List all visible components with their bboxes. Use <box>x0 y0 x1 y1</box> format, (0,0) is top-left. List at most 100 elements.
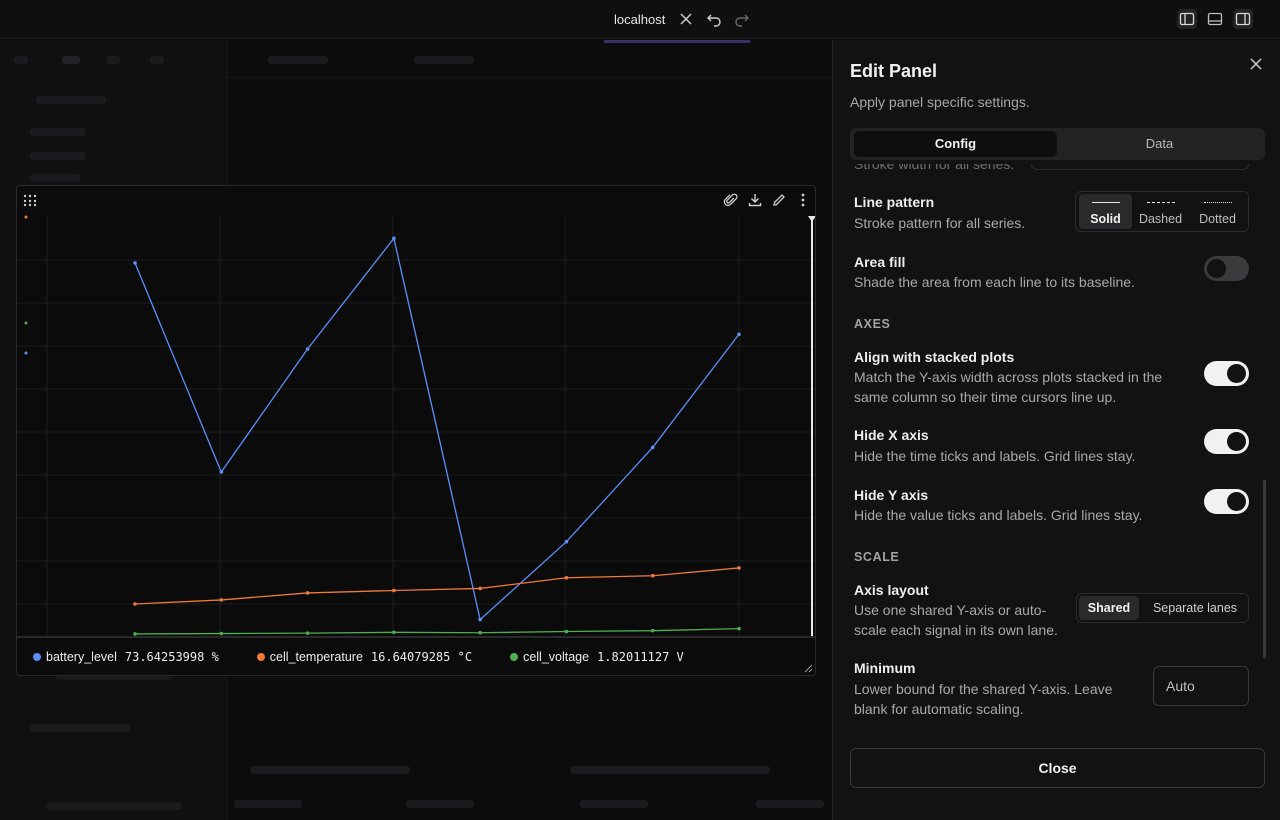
series-line-cell-voltage[interactable] <box>134 627 740 635</box>
data-point[interactable] <box>392 588 396 593</box>
legend-dot <box>256 652 265 661</box>
solid-line-icon <box>1092 202 1120 203</box>
data-point[interactable] <box>564 539 569 544</box>
data-point[interactable] <box>650 628 655 633</box>
data-point[interactable] <box>564 575 569 580</box>
series-start-marker <box>24 321 28 325</box>
resize-handle-icon[interactable] <box>803 663 813 673</box>
pattern-label: Dashed <box>1138 212 1183 226</box>
legend-dot <box>33 652 41 661</box>
close-icon[interactable] <box>676 9 696 29</box>
data-point[interactable] <box>478 630 482 635</box>
pattern-dotted-option[interactable]: Dotted <box>1191 194 1244 229</box>
settings-scroll-area[interactable]: Stroke width for all series. Line patter… <box>833 164 1280 724</box>
edit-panel-title: Edit Panel <box>850 61 938 81</box>
legend-name: cell_temperature <box>269 649 363 664</box>
data-point[interactable] <box>305 591 310 595</box>
toggle-knob <box>1227 432 1246 451</box>
axis-layout-separate-option[interactable]: Separate lanes <box>1143 596 1247 620</box>
redo-icon[interactable] <box>732 9 752 29</box>
dotted-line-icon <box>1204 202 1232 203</box>
time-cursor-marker[interactable] <box>808 216 815 222</box>
hide-y-axis-title: Hide Y axis <box>854 487 929 503</box>
data-point[interactable] <box>478 586 482 591</box>
legend-item-battery-level[interactable]: battery_level 73.64253998 % <box>33 650 219 664</box>
series-line-battery-level[interactable] <box>134 236 740 621</box>
legend-value: 73.64253998 % <box>124 649 219 664</box>
legend-name: cell_voltage <box>523 649 590 664</box>
align-stacked-toggle[interactable] <box>1204 361 1249 386</box>
area-fill-title: Area fill <box>854 254 906 270</box>
scale-section-header: SCALE <box>854 550 900 564</box>
legend-value: 16.64079285 °C <box>370 649 473 664</box>
data-point[interactable] <box>305 631 310 635</box>
legend-dot <box>510 652 519 661</box>
line-pattern-desc: Stroke pattern for all series. <box>854 215 1026 231</box>
toggle-knob <box>1227 492 1246 511</box>
data-point[interactable] <box>650 445 655 450</box>
stroke-width-desc: Stroke width for all series. <box>854 164 1015 172</box>
data-point[interactable] <box>650 573 655 578</box>
background-tabbar <box>228 40 832 78</box>
edit-panel-subtitle: Apply panel specific settings. <box>850 94 1030 110</box>
data-point[interactable] <box>219 598 224 602</box>
data-point[interactable] <box>133 602 137 606</box>
series-line-cell-temperature[interactable] <box>134 567 740 605</box>
data-point[interactable] <box>133 261 137 265</box>
axes-section-header: AXES <box>854 317 891 331</box>
toggle-knob <box>1207 259 1226 278</box>
dashed-line-icon <box>1147 202 1175 203</box>
data-point[interactable] <box>133 632 137 636</box>
title-bar: localhost <box>0 0 1280 39</box>
panel-bottom-icon[interactable] <box>1205 9 1225 29</box>
tab-data[interactable]: Data <box>1058 131 1261 157</box>
data-point[interactable] <box>219 470 224 474</box>
tab-config[interactable]: Config <box>854 131 1057 157</box>
chart-legend: battery_level 73.64253998 % cell_tempera… <box>17 637 815 675</box>
data-point[interactable] <box>392 630 396 635</box>
series-start-marker <box>24 215 28 219</box>
undo-icon[interactable] <box>704 9 724 29</box>
pattern-label: Solid <box>1090 212 1121 226</box>
align-stacked-desc: Match the Y-axis width across plots stac… <box>854 369 1163 405</box>
edit-panel: Edit Panel Apply panel specific settings… <box>832 40 1280 820</box>
align-stacked-title: Align with stacked plots <box>854 349 1015 365</box>
data-point[interactable] <box>392 236 396 241</box>
data-point[interactable] <box>305 347 310 351</box>
data-point[interactable] <box>564 629 569 634</box>
minimum-desc: Lower bound for the shared Y-axis. Leave… <box>854 681 1113 717</box>
line-pattern-title: Line pattern <box>854 194 935 210</box>
data-point[interactable] <box>737 332 741 337</box>
legend-item-cell-voltage[interactable]: cell_voltage 1.82011127 V <box>510 650 684 664</box>
pattern-label: Dotted <box>1199 212 1236 226</box>
legend-item-cell-temperature[interactable]: cell_temperature 16.64079285 °C <box>256 649 473 664</box>
close-icon[interactable] <box>1248 56 1264 72</box>
legend-name: battery_level <box>46 649 117 664</box>
axis-layout-shared-option[interactable]: Shared <box>1079 596 1139 620</box>
toggle-knob <box>1227 364 1246 383</box>
axis-layout-desc: Use one shared Y-axis or auto-scale each… <box>854 602 1058 638</box>
line-chart[interactable] <box>17 186 815 637</box>
plot-panel[interactable]: battery_level 73.64253998 % cell_tempera… <box>16 185 816 676</box>
edit-panel-tabs: Config Data <box>850 128 1265 160</box>
close-button[interactable]: Close <box>850 748 1265 788</box>
data-point[interactable] <box>478 617 482 622</box>
sidebar-right-icon[interactable] <box>1233 9 1253 29</box>
pattern-solid-option[interactable]: Solid <box>1079 194 1132 229</box>
data-point[interactable] <box>737 626 741 631</box>
sidebar-left-icon[interactable] <box>1177 9 1197 29</box>
settings-scrollbar[interactable] <box>1263 480 1266 658</box>
hide-x-axis-desc: Hide the time ticks and labels. Grid lin… <box>854 448 1136 464</box>
minimum-input[interactable]: Auto <box>1153 666 1249 706</box>
data-point[interactable] <box>737 566 741 570</box>
hide-y-axis-toggle[interactable] <box>1204 489 1249 514</box>
axis-layout-selector: Shared Separate lanes <box>1076 593 1249 623</box>
data-point[interactable] <box>219 631 224 636</box>
hide-x-axis-toggle[interactable] <box>1204 429 1249 454</box>
minimum-title: Minimum <box>854 660 916 676</box>
hide-y-axis-desc: Hide the value ticks and labels. Grid li… <box>854 507 1143 523</box>
pattern-dashed-option[interactable]: Dashed <box>1134 194 1187 229</box>
window-title: localhost <box>614 12 666 27</box>
hide-x-axis-title: Hide X axis <box>854 427 929 443</box>
area-fill-toggle[interactable] <box>1204 256 1249 281</box>
